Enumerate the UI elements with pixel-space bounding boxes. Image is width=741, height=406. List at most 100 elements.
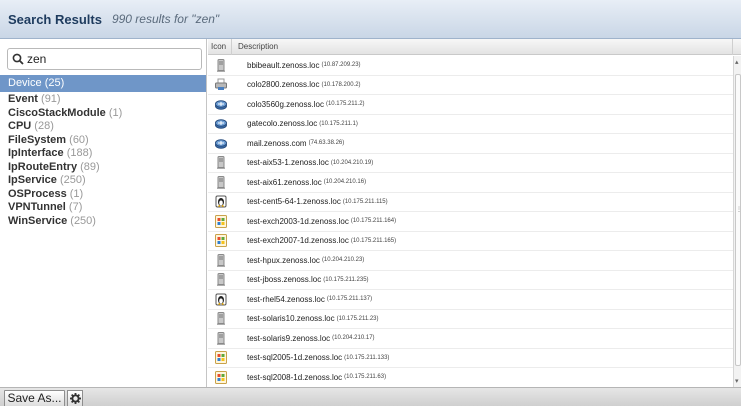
row-icon-cell — [208, 351, 233, 365]
search-icon — [12, 53, 24, 65]
table-row[interactable]: test-aix61.zenoss.loc (10.204.210.16) — [208, 173, 733, 193]
row-icon-cell — [208, 214, 233, 228]
server-icon — [216, 175, 225, 189]
category-item[interactable]: Event (91) — [0, 93, 206, 107]
table-row[interactable]: test-cent5-64-1.zenoss.loc (10.175.211.11… — [208, 193, 733, 212]
settings-button[interactable] — [67, 390, 83, 406]
row-icon-cell — [208, 370, 233, 384]
category-item[interactable]: Device (25) — [0, 75, 206, 92]
category-item[interactable]: WinService (250) — [0, 215, 206, 229]
device-name: test-aix61.zenoss.loc — [247, 177, 322, 187]
device-name: test-cent5-64-1.zenoss.loc — [247, 197, 341, 207]
category-item[interactable]: IpInterface (188) — [0, 147, 206, 161]
table-row[interactable]: test-rhel54.zenoss.loc (10.175.211.137) — [208, 290, 733, 310]
device-name: test-rhel54.zenoss.loc — [247, 294, 325, 304]
server-icon — [216, 331, 225, 345]
device-name: test-exch2007-1d.zenoss.loc — [247, 236, 349, 246]
results-grid: Icon Description bbibeault.zenoss.loc (10… — [208, 39, 741, 387]
table-row[interactable]: test-sql2005-1d.zenoss.loc (10.175.211.13… — [208, 349, 733, 368]
device-ip: (10.175.211.63) — [344, 374, 387, 381]
device-name: colo2800.zenoss.loc — [247, 80, 320, 90]
scroll-up-icon[interactable]: ▴ — [735, 58, 739, 66]
scroll-thumb[interactable] — [735, 74, 741, 366]
category-name: CiscoStackModule — [8, 106, 106, 119]
device-ip: (10.175.211.115) — [342, 198, 388, 205]
search-input[interactable]: zen — [7, 48, 202, 70]
category-item[interactable]: CPU (28) — [0, 120, 206, 134]
table-row[interactable]: colo3560g.zenoss.loc (10.175.211.2) — [208, 95, 733, 115]
row-icon-cell — [208, 293, 233, 306]
save-as-button[interactable]: Save As... — [4, 390, 65, 406]
device-ip: (10.204.210.16) — [323, 179, 367, 186]
device-ip: (10.175.211.235) — [323, 276, 369, 283]
column-header-icon[interactable]: Icon — [208, 39, 232, 55]
grid-header: Icon Description — [208, 39, 741, 55]
row-icon-cell — [208, 58, 233, 72]
table-row[interactable]: test-exch2003-1d.zenoss.loc (10.175.211.1… — [208, 212, 733, 232]
row-icon-cell — [208, 273, 233, 286]
device-name: gatecolo.zenoss.loc — [247, 119, 318, 129]
printer-icon — [214, 78, 227, 91]
table-row[interactable]: gatecolo.zenoss.loc (10.175.211.1) — [208, 115, 733, 134]
table-row[interactable]: test-exch2007-1d.zenoss.loc (10.175.211.1… — [208, 232, 733, 251]
column-header-description[interactable]: Description — [233, 39, 733, 55]
category-item[interactable]: OSProcess (1) — [0, 188, 206, 202]
device-ip: (10.204.210.17) — [332, 335, 375, 342]
device-ip: (10.87.209.23) — [321, 62, 361, 69]
category-count: (89) — [80, 160, 100, 173]
search-value: zen — [27, 52, 47, 66]
server-icon — [216, 312, 225, 325]
page-title: Search Results — [8, 11, 102, 27]
category-name: Device — [8, 77, 42, 89]
linux-icon — [215, 293, 226, 306]
table-row[interactable]: test-hpux.zenoss.loc (10.204.210.23) — [208, 251, 733, 271]
category-name: VPNTunnel — [8, 201, 66, 213]
table-row[interactable]: test-solaris9.zenoss.loc (10.204.210.17) — [208, 329, 733, 349]
category-name: IpRouteEntry — [8, 160, 78, 173]
category-count: (250) — [59, 174, 86, 186]
gear-icon — [69, 393, 81, 404]
category-name: CPU — [8, 120, 32, 132]
category-item[interactable]: IpService (250) — [0, 174, 206, 188]
device-name: mail.zenoss.com — [247, 138, 307, 148]
device-name: test-jboss.zenoss.loc — [247, 275, 322, 285]
table-row[interactable]: colo2800.zenoss.loc (10.178.200.2) — [208, 76, 733, 95]
category-count: (60) — [69, 133, 89, 146]
category-count: (91) — [41, 93, 61, 105]
scroll-grip-icon: ⋮ — [736, 207, 741, 213]
row-icon-cell — [208, 156, 233, 169]
category-name: WinService — [8, 214, 68, 227]
device-name: test-solaris10.zenoss.loc — [247, 314, 335, 324]
device-ip: (10.204.210.23) — [321, 257, 365, 264]
results-header: Search Results 990 results for "zen" — [0, 0, 741, 39]
table-row[interactable]: test-aix53-1.zenoss.loc (10.204.210.19) — [208, 154, 733, 173]
windows-icon — [214, 370, 227, 384]
category-name: OSProcess — [8, 187, 67, 200]
table-row[interactable]: test-jboss.zenoss.loc (10.175.211.235) — [208, 271, 733, 290]
table-row[interactable]: mail.zenoss.com (74.63.38.26) — [208, 134, 733, 154]
category-item[interactable]: FileSystem (60) — [0, 134, 206, 148]
device-ip: (10.175.211.165) — [350, 237, 397, 244]
footer-toolbar: Save As... — [0, 387, 741, 406]
device-ip: (10.175.211.1) — [319, 120, 358, 127]
device-name: test-exch2003-1d.zenoss.loc — [247, 216, 349, 226]
category-name: FileSystem — [8, 133, 67, 146]
table-row[interactable]: test-solaris10.zenoss.loc (10.175.211.23) — [208, 310, 733, 329]
row-icon-cell — [208, 253, 233, 267]
table-row[interactable]: bbibeault.zenoss.loc (10.87.209.23) — [208, 56, 733, 76]
device-name: test-sql2005-1d.zenoss.loc — [247, 353, 343, 363]
vertical-scrollbar[interactable]: ▴ ⋮ ▾ — [733, 56, 741, 387]
category-count: (1) — [69, 187, 84, 200]
category-count: (7) — [68, 201, 83, 213]
row-icon-cell — [208, 175, 233, 189]
category-list: Device (25) Event (91) CiscoStackModule (1… — [0, 75, 206, 228]
device-name: bbibeault.zenoss.loc — [247, 60, 320, 70]
category-item[interactable]: IpRouteEntry (89) — [0, 161, 206, 175]
category-count: (1) — [108, 106, 123, 119]
category-item[interactable]: VPNTunnel (7) — [0, 201, 206, 215]
scroll-down-icon[interactable]: ▾ — [735, 377, 739, 385]
table-row[interactable]: test-sql2008-1d.zenoss.loc (10.175.211.63… — [208, 368, 733, 387]
row-icon-cell — [208, 234, 233, 248]
category-name: IpService — [8, 174, 57, 186]
category-item[interactable]: CiscoStackModule (1) — [0, 107, 206, 121]
